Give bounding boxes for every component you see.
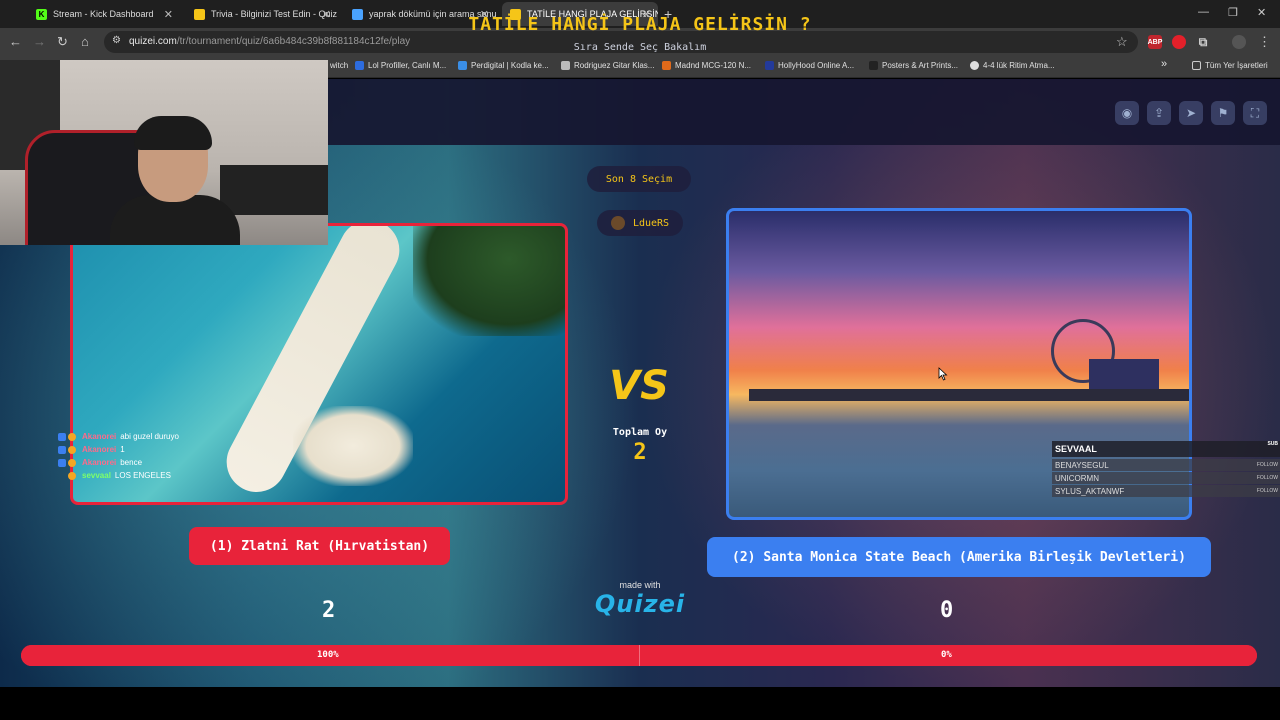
option-1-percent: 100%	[317, 650, 339, 660]
round-badge: Son 8 Seçim	[587, 166, 691, 192]
share-icon[interactable]: ⇪	[1147, 101, 1171, 125]
badge-icon	[58, 445, 66, 454]
followers-overlay: SEVVAAL SUB BENAYSEGUL FOLLOW UNICORMN FOL…	[1052, 441, 1280, 497]
vs-lightning-icon: VS	[609, 363, 669, 409]
forest-area	[413, 226, 565, 336]
option-2-votes: 0	[940, 598, 954, 623]
total-votes-label: Toplam Oy	[612, 427, 668, 438]
sand-tip	[293, 406, 413, 486]
follower-row: BENAYSEGUL FOLLOW	[1052, 459, 1280, 471]
option-2-button[interactable]: (2) Santa Monica State Beach (Amerika Bi…	[707, 537, 1211, 577]
option-2-percent: 0%	[941, 650, 952, 660]
all-bookmarks-button[interactable]: Tüm Yer İşaretleri	[1192, 61, 1268, 70]
quiz-title: TATİLE HANGİ PLAJA GELİRSİN ?	[468, 14, 812, 35]
total-votes-count: 2	[633, 440, 647, 465]
badge-icon	[68, 432, 76, 441]
progress-divider	[639, 645, 640, 666]
quizei-logo[interactable]: Quizei	[580, 590, 700, 618]
bookmark-item[interactable]: Rodriguez Gitar Klas...	[561, 61, 654, 70]
eye-icon[interactable]: ◉	[1115, 101, 1139, 125]
streamer-hair	[134, 116, 212, 150]
fullscreen-icon[interactable]: ⛶	[1243, 101, 1267, 125]
follower-row: UNICORMN FOLLOW	[1052, 472, 1280, 484]
send-icon[interactable]: ➤	[1179, 101, 1203, 125]
pier	[749, 389, 1189, 401]
chat-message: Akanorei 1	[58, 443, 179, 456]
made-with-label: made with	[619, 580, 661, 590]
bookmark-item[interactable]: Posters & Art Prints...	[869, 61, 958, 70]
badge-icon	[68, 458, 76, 467]
option-1-votes: 2	[322, 598, 336, 623]
background-shelf	[220, 165, 328, 215]
flag-icon[interactable]: ⚑	[1211, 101, 1235, 125]
avatar	[610, 216, 625, 230]
screen-bottom-bar	[0, 687, 1280, 720]
bookmark-item[interactable]: Lol Profiller, Canlı M...	[355, 61, 446, 70]
bookmarks-overflow-button[interactable]: »	[1161, 58, 1167, 70]
player-badge: LdueRS	[597, 210, 683, 236]
badge-icon	[68, 445, 76, 454]
bookmark-item[interactable]: Perdigital | Kodla ke...	[458, 61, 549, 70]
chat-message: Akanorei bence	[58, 456, 179, 469]
mouse-cursor-icon	[938, 367, 948, 381]
bookmark-item[interactable]: witch	[330, 61, 348, 70]
bookmark-item[interactable]: 4-4 lük Ritim Atma...	[970, 61, 1055, 70]
quiz-subtitle: Sıra Sende Seç Bakalım	[573, 42, 707, 53]
bookmark-item[interactable]: HollyHood Online A...	[765, 61, 854, 70]
stream-chat-overlay: Akanorei abi guzel duruyo Akanorei 1 Aka…	[58, 430, 179, 482]
follower-row: SYLUS_AKTANWF FOLLOW	[1052, 485, 1280, 497]
streamer-body	[110, 195, 240, 245]
chat-message: Akanorei abi guzel duruyo	[58, 430, 179, 443]
badge-icon	[68, 471, 76, 480]
badge-icon	[58, 458, 66, 467]
vote-progress-bar: 100% 0%	[21, 645, 1257, 666]
badge-icon	[58, 432, 66, 441]
webcam-overlay	[0, 60, 328, 245]
chat-message: sevvaal LOS ENGELES	[58, 469, 179, 482]
bookmark-item[interactable]: Madnd MCG-120 N...	[662, 61, 751, 70]
option-1-button[interactable]: (1) Zlatni Rat (Hırvatistan)	[189, 527, 450, 565]
pier-building	[1089, 359, 1159, 389]
latest-subscriber: SEVVAAL SUB	[1052, 441, 1280, 457]
